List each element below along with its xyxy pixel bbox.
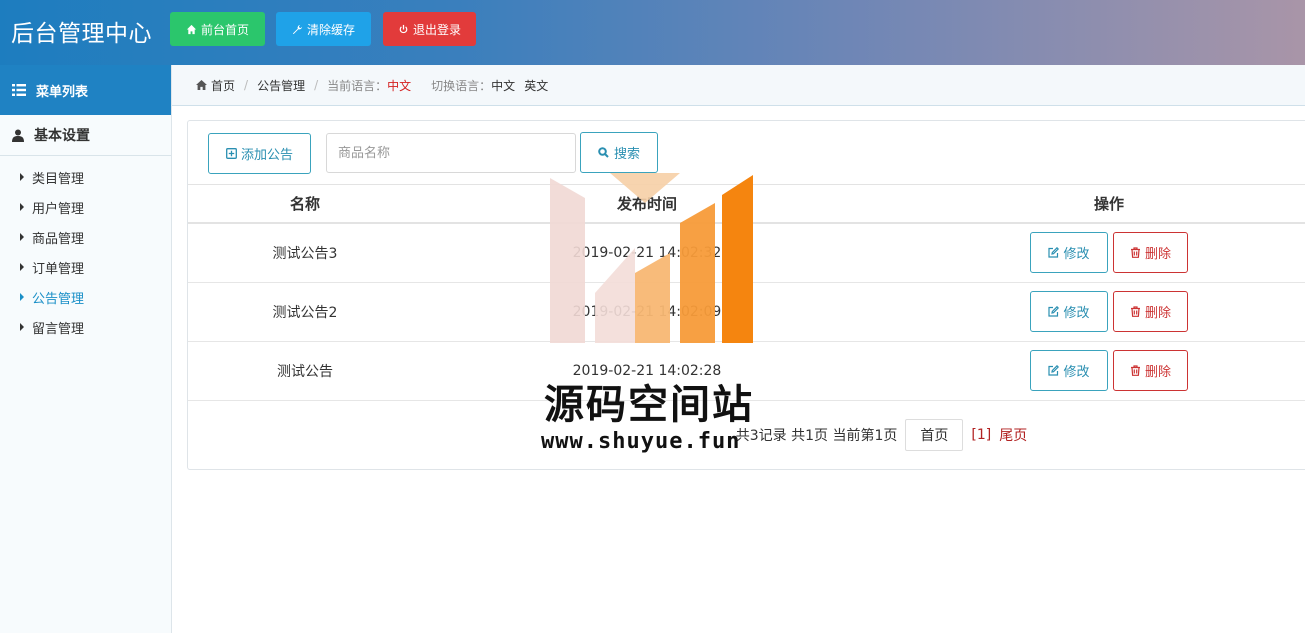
sidebar-item-label: 类目管理 [32,171,85,187]
sidebar-item-label: 公告管理 [32,291,85,307]
edit-button[interactable]: 修改 [1030,232,1108,274]
frontend-home-button[interactable]: 前台首页 [170,12,265,46]
announcement-table: 名称 发布时间 操作 测试公告3 2019-02-21 14:02:32 修改 … [188,185,1305,401]
column-header-name: 名称 [188,185,422,224]
user-icon [12,129,24,142]
sidebar-item-messages[interactable]: 留言管理 [0,312,171,342]
trash-icon [1130,247,1140,259]
announcement-time: 2019-02-21 14:02:32 [422,223,872,283]
trash-icon [1130,306,1140,317]
edit-label: 修改 [1063,365,1090,380]
sidebar-item-users[interactable]: 用户管理 [0,192,171,222]
sidebar: 菜单列表 基本设置 类目管理 用户管理 商品管理 订单管理 公告管理 留言管理 [0,65,172,633]
logout-button[interactable]: 退出登录 [383,12,476,46]
add-announcement-button[interactable]: 添加公告 [208,133,311,174]
current-language-label: 当前语言： [327,78,388,93]
caret-right-icon [20,203,24,211]
delete-label: 删除 [1144,306,1171,321]
sidebar-item-label: 商品管理 [32,231,85,247]
language-english-link[interactable]: 英文 [524,77,548,94]
plus-square-icon [226,148,237,159]
search-label: 搜索 [613,147,640,162]
trash-icon [1130,365,1140,376]
search-button[interactable]: 搜索 [580,132,658,173]
last-page-link[interactable]: 尾页 [999,425,1027,445]
announcement-name: 测试公告3 [188,223,422,283]
sidebar-item-orders[interactable]: 订单管理 [0,252,171,282]
caret-right-icon [20,263,24,271]
edit-button[interactable]: 修改 [1030,291,1108,332]
power-icon [399,24,408,33]
home-icon [186,24,197,34]
clear-cache-label: 清除缓存 [306,22,355,37]
delete-button[interactable]: 删除 [1113,291,1188,332]
breadcrumb-separator: / [244,78,249,92]
sidebar-item-label: 留言管理 [32,321,85,337]
breadcrumb-home[interactable]: 首页 [211,77,235,94]
breadcrumb-section[interactable]: 公告管理 [257,77,305,94]
toolbar: 添加公告 搜索 [188,121,1305,185]
edit-icon [1048,365,1060,376]
table-header-row: 名称 发布时间 操作 [188,185,1305,224]
watermark-title: 源码空间站 [544,382,754,428]
basic-settings-title: 基本设置 [34,128,90,144]
sidebar-item-products[interactable]: 商品管理 [0,222,171,252]
sidebar-item-label: 用户管理 [32,201,85,217]
home-icon [196,80,207,90]
wrench-icon [292,24,303,34]
announcement-time: 2019-02-21 14:02:09 [422,282,872,342]
announcement-name: 测试公告2 [188,282,422,342]
delete-button[interactable]: 删除 [1113,350,1188,391]
breadcrumb-separator: / [314,78,319,92]
table-row: 测试公告3 2019-02-21 14:02:32 修改 删除 [188,223,1305,283]
search-input[interactable] [326,133,576,173]
column-header-time: 发布时间 [422,185,872,224]
current-page-link[interactable]: [1] [971,427,991,443]
search-icon [598,147,609,158]
edit-icon [1048,247,1060,258]
edit-button[interactable]: 修改 [1030,350,1108,391]
sidebar-item-category[interactable]: 类目管理 [0,162,171,192]
menu-list-title: 菜单列表 [36,84,89,100]
menu-list: 类目管理 用户管理 商品管理 订单管理 公告管理 留言管理 [0,156,171,342]
delete-label: 删除 [1144,365,1171,380]
top-header: 后台管理中心 前台首页 清除缓存 退出登录 [0,0,1305,65]
caret-right-icon [20,323,24,331]
first-page-button[interactable]: 首页 [905,419,964,451]
add-announcement-label: 添加公告 [240,148,293,163]
sidebar-item-announcements[interactable]: 公告管理 [0,282,171,312]
column-header-actions: 操作 [872,185,1305,224]
current-language: 中文 [387,78,412,93]
announcement-name: 测试公告 [188,341,422,401]
list-icon [12,84,26,96]
caret-right-icon [20,173,24,181]
edit-label: 修改 [1063,247,1090,263]
caret-right-icon [20,293,24,301]
switch-language-label: 切换语言： [431,78,492,93]
clear-cache-button[interactable]: 清除缓存 [276,12,371,46]
watermark-url: www.shuyue.fun [541,429,741,454]
app-title: 后台管理中心 [11,21,152,47]
frontend-home-label: 前台首页 [200,22,249,37]
pagination-summary: 共3记录 共1页 当前第1页 [735,428,898,444]
edit-label: 修改 [1063,306,1090,321]
delete-button[interactable]: 删除 [1113,232,1188,274]
delete-label: 删除 [1144,247,1171,263]
breadcrumb: 首页 / 公告管理 / 当前语言： 中文 切换语言： 中文 英文 [172,65,1305,106]
menu-list-header: 菜单列表 [0,65,171,115]
language-chinese-link[interactable]: 中文 [491,77,515,94]
sidebar-item-label: 订单管理 [32,261,85,277]
basic-settings-group[interactable]: 基本设置 [0,115,171,156]
edit-icon [1048,306,1060,317]
table-row: 测试公告2 2019-02-21 14:02:09 修改 删除 [188,282,1305,342]
caret-right-icon [20,233,24,241]
logout-label: 退出登录 [412,22,461,37]
